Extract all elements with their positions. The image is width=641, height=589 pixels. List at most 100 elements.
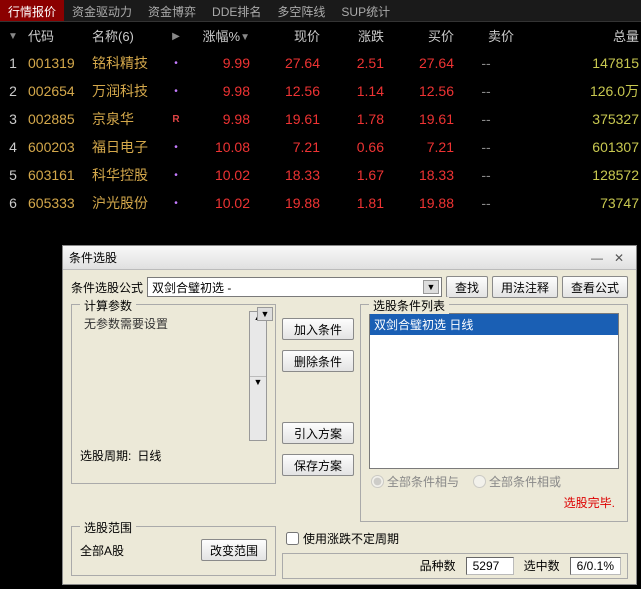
flag-arrow-icon[interactable]: ▶ (172, 31, 180, 42)
col-pct[interactable]: 涨幅%▼ (186, 22, 252, 49)
param-spinner[interactable]: ▲ ▼ (249, 311, 267, 441)
condition-dialog: 条件选股 — ✕ 条件选股公式 双剑合璧初选 - ▼ 查找 用法注释 查看公式 … (62, 245, 637, 585)
col-code[interactable]: 代码 (26, 22, 90, 49)
pct-cell: 10.08 (186, 133, 252, 161)
stock-name: 京泉华 (90, 105, 166, 133)
range-legend: 选股范围 (80, 519, 136, 536)
save-plan-button[interactable]: 保存方案 (282, 454, 354, 476)
chg-cell: 1.67 (322, 161, 386, 189)
bid-cell: 12.56 (386, 77, 456, 105)
flag-cell: • (166, 161, 186, 189)
table-row[interactable]: 1001319铭科精技•9.9927.642.5127.64--147815 (0, 49, 641, 77)
table-row[interactable]: 3002885京泉华R9.9819.611.7819.61--375327 (0, 105, 641, 133)
bid-cell: 18.33 (386, 161, 456, 189)
radio-or[interactable]: 全部条件相或 (473, 473, 561, 490)
bid-cell: 7.21 (386, 133, 456, 161)
period-label: 选股周期: (80, 447, 131, 464)
load-plan-button[interactable]: 引入方案 (282, 422, 354, 444)
col-price[interactable]: 现价 (252, 22, 322, 49)
price-cell: 7.21 (252, 133, 322, 161)
count-label: 品种数 (420, 557, 456, 575)
formula-select[interactable]: 双剑合璧初选 - ▼ (147, 277, 442, 297)
chevron-down-icon[interactable]: ▼ (423, 280, 439, 294)
period-value: 日线 (137, 449, 161, 463)
stock-name: 沪光股份 (90, 189, 166, 217)
col-ask[interactable]: 卖价 (456, 22, 516, 49)
price-cell: 27.64 (252, 49, 322, 77)
tab-long-short[interactable]: 多空阵线 (269, 0, 333, 21)
tab-fund-fight[interactable]: 资金博弈 (140, 0, 204, 21)
dialog-titlebar[interactable]: 条件选股 — ✕ (63, 246, 636, 270)
r-flag-icon: R (172, 114, 179, 125)
table-row[interactable]: 6605333沪光股份•10.0219.881.8119.88--73747 (0, 189, 641, 217)
tab-bar: 行情报价 资金驱动力 资金博弈 DDE排名 多空阵线 SUP统计 (0, 0, 641, 22)
minimize-icon[interactable]: — (586, 251, 608, 265)
chevron-down-icon[interactable]: ▼ (257, 307, 273, 321)
ask-cell: -- (456, 189, 516, 217)
vol-cell: 128572 (516, 161, 641, 189)
vol-cell: 375327 (516, 105, 641, 133)
stock-name: 福日电子 (90, 133, 166, 161)
stock-name: 铭科精技 (90, 49, 166, 77)
tab-sup[interactable]: SUP统计 (333, 0, 398, 21)
count-value: 5297 (466, 557, 514, 575)
ask-cell: -- (456, 161, 516, 189)
flag-cell: • (166, 49, 186, 77)
vol-cell: 601307 (516, 133, 641, 161)
radio-or-input[interactable] (473, 475, 486, 488)
dot-flag-icon: • (174, 142, 178, 153)
table-row[interactable]: 4600203福日电子•10.087.210.667.21--601307 (0, 133, 641, 161)
price-cell: 18.33 (252, 161, 322, 189)
table-row[interactable]: 5603161科华控股•10.0218.331.6718.33--128572 (0, 161, 641, 189)
pct-cell: 9.98 (186, 77, 252, 105)
price-cell: 19.88 (252, 189, 322, 217)
close-icon[interactable]: ✕ (608, 251, 630, 265)
row-index: 2 (0, 77, 26, 105)
change-range-button[interactable]: 改变范围 (201, 539, 267, 561)
row-index: 6 (0, 189, 26, 217)
flag-cell: • (166, 77, 186, 105)
tab-fund-drive[interactable]: 资金驱动力 (64, 0, 140, 21)
menu-arrow-icon[interactable]: ▼ (8, 31, 18, 42)
bid-cell: 27.64 (386, 49, 456, 77)
tab-dde[interactable]: DDE排名 (204, 0, 269, 21)
table-row[interactable]: 2002654万润科技•9.9812.561.1412.56--126.0万 (0, 77, 641, 105)
stock-code: 002654 (26, 77, 90, 105)
radio-and-input[interactable] (371, 475, 384, 488)
tab-quote[interactable]: 行情报价 (0, 0, 64, 21)
range-text: 全部A股 (80, 542, 124, 559)
add-condition-button[interactable]: 加入条件 (282, 318, 354, 340)
usage-button[interactable]: 用法注释 (492, 276, 558, 298)
stock-code: 600203 (26, 133, 90, 161)
col-name[interactable]: 名称(6) (90, 22, 166, 49)
view-formula-button[interactable]: 查看公式 (562, 276, 628, 298)
bid-cell: 19.88 (386, 189, 456, 217)
row-index: 4 (0, 133, 26, 161)
col-vol[interactable]: 总量 (516, 22, 641, 49)
pct-cell: 10.02 (186, 161, 252, 189)
col-bid[interactable]: 买价 (386, 22, 456, 49)
find-button[interactable]: 查找 (446, 276, 488, 298)
variable-period-checkbox[interactable] (286, 532, 299, 545)
formula-label: 条件选股公式 (71, 279, 143, 296)
spin-up-icon[interactable]: ▲ (250, 312, 266, 377)
stock-table: ▼ 代码 名称(6) ▶ 涨幅%▼ 现价 涨跌 买价 卖价 总量 1001319… (0, 22, 641, 217)
formula-value: 双剑合璧初选 - (152, 279, 231, 296)
spin-down-icon[interactable]: ▼ (250, 377, 266, 441)
flag-cell: • (166, 133, 186, 161)
row-index: 3 (0, 105, 26, 133)
period-select[interactable]: 日线 ▼ (137, 447, 267, 464)
vol-cell: 147815 (516, 49, 641, 77)
col-chg[interactable]: 涨跌 (322, 22, 386, 49)
chg-cell: 1.14 (322, 77, 386, 105)
list-item[interactable]: 双剑合璧初选 日线 (370, 314, 618, 335)
param-text: 无参数需要设置 (80, 311, 249, 441)
condition-listbox[interactable]: 双剑合璧初选 日线 (369, 313, 619, 469)
price-cell: 12.56 (252, 77, 322, 105)
radio-and[interactable]: 全部条件相与 (371, 473, 459, 490)
delete-condition-button[interactable]: 删除条件 (282, 350, 354, 372)
variable-period-label: 使用涨跌不定周期 (303, 530, 399, 547)
chg-cell: 2.51 (322, 49, 386, 77)
sort-down-icon: ▼ (240, 32, 250, 43)
dot-flag-icon: • (174, 86, 178, 97)
